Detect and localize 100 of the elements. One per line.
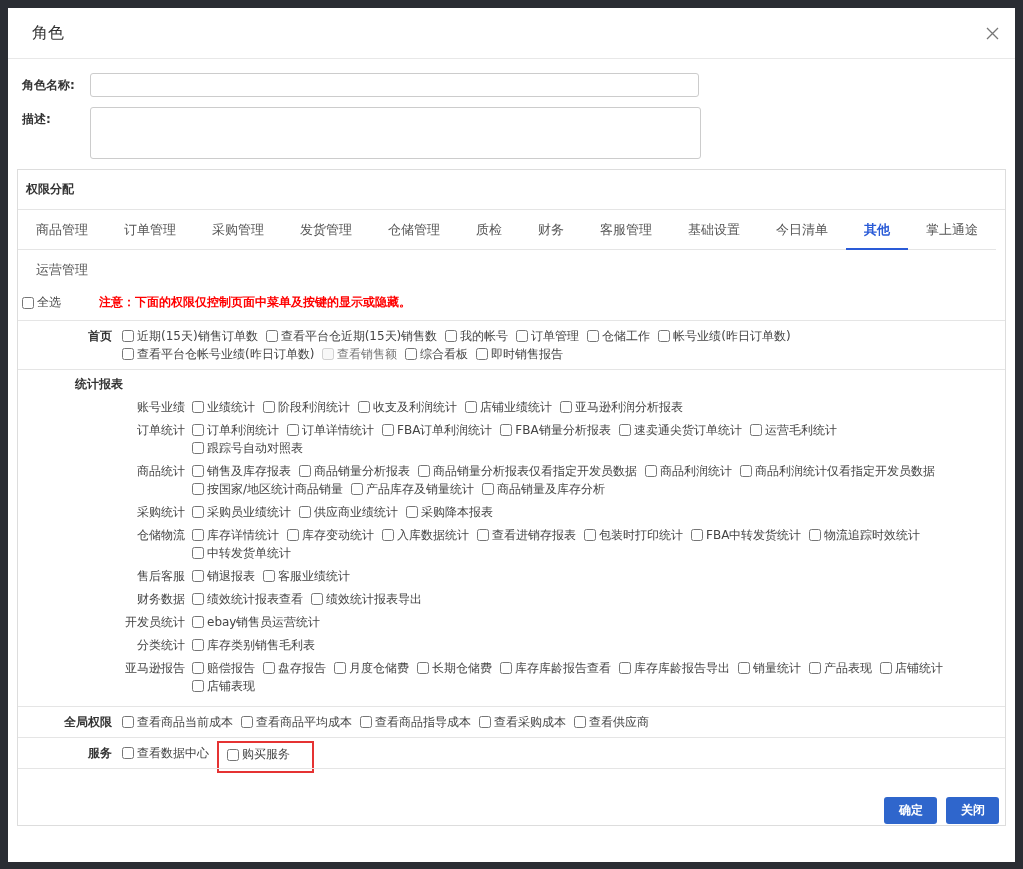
permission-checkbox[interactable] bbox=[299, 506, 311, 518]
permission-checkbox[interactable] bbox=[122, 747, 134, 759]
checkbox-label: 查看数据中心 bbox=[137, 744, 209, 762]
tab[interactable]: 商品管理 bbox=[18, 210, 106, 250]
permission-checkbox[interactable] bbox=[192, 639, 204, 651]
permission-checkbox[interactable] bbox=[645, 465, 657, 477]
permission-checkbox[interactable] bbox=[122, 348, 134, 360]
checkbox-label: 销量统计 bbox=[753, 659, 801, 677]
close-button[interactable]: 关闭 bbox=[946, 797, 999, 824]
permission-checkbox[interactable] bbox=[192, 593, 204, 605]
permission-checkbox[interactable] bbox=[691, 529, 703, 541]
permission-checkbox[interactable] bbox=[192, 570, 204, 582]
permission-checkbox[interactable] bbox=[476, 348, 489, 360]
permission-checkbox[interactable] bbox=[241, 716, 253, 728]
confirm-button[interactable]: 确定 bbox=[884, 797, 937, 824]
tab[interactable]: 其他 bbox=[846, 210, 908, 250]
permission-checkbox[interactable] bbox=[263, 662, 275, 674]
checkbox-label: 包装时打印统计 bbox=[599, 526, 683, 544]
permission-checkbox[interactable] bbox=[500, 662, 512, 674]
close-icon[interactable] bbox=[986, 26, 999, 40]
permission-checkbox[interactable] bbox=[263, 401, 275, 413]
checkbox-label: 库存类别销售毛利表 bbox=[207, 636, 315, 654]
permission-checkbox[interactable] bbox=[334, 662, 346, 674]
permission-checkbox[interactable] bbox=[382, 529, 394, 541]
permission-checkbox[interactable] bbox=[122, 716, 134, 728]
tab[interactable]: 客服管理 bbox=[582, 210, 670, 250]
permission-checkbox[interactable] bbox=[192, 483, 204, 495]
permission-checkbox[interactable] bbox=[287, 529, 299, 541]
permission-checkbox[interactable] bbox=[619, 662, 631, 674]
tab[interactable]: 运营管理 bbox=[18, 250, 106, 290]
permission-checkbox[interactable] bbox=[880, 662, 892, 674]
permission-checkbox[interactable] bbox=[738, 662, 750, 674]
permission-checkbox[interactable] bbox=[482, 483, 495, 495]
permission-checkbox[interactable] bbox=[809, 529, 822, 541]
permission-checkbox[interactable] bbox=[479, 716, 491, 728]
checkbox-label: 中转发货单统计 bbox=[207, 544, 291, 562]
group-label: 订单统计 bbox=[136, 422, 186, 439]
tab[interactable]: 订单管理 bbox=[106, 210, 194, 250]
checkbox-label: 产品库存及销量统计 bbox=[366, 480, 475, 498]
permission-checkbox[interactable] bbox=[192, 506, 204, 518]
permission-checkbox[interactable] bbox=[192, 662, 204, 674]
permission-checkbox[interactable] bbox=[417, 662, 429, 674]
permission-checkbox[interactable] bbox=[618, 424, 631, 436]
permission-checkbox[interactable] bbox=[405, 348, 418, 360]
permission-checkbox[interactable] bbox=[382, 424, 394, 436]
permission-checkbox[interactable] bbox=[749, 424, 762, 436]
tab[interactable]: 发货管理 bbox=[282, 210, 370, 250]
permission-checkbox[interactable] bbox=[406, 506, 418, 518]
name-field[interactable] bbox=[90, 73, 699, 97]
permission-checkbox[interactable] bbox=[263, 570, 275, 582]
permission-checkbox[interactable] bbox=[500, 424, 513, 436]
permission-checkbox[interactable] bbox=[809, 662, 821, 674]
permission-checkbox[interactable] bbox=[311, 593, 323, 605]
tab[interactable]: 采购管理 bbox=[194, 210, 282, 250]
permission-checkbox[interactable] bbox=[658, 330, 671, 342]
permission-checkbox[interactable] bbox=[227, 748, 239, 761]
permission-checkbox[interactable] bbox=[265, 330, 278, 342]
panel-title: 权限分配 bbox=[18, 170, 1005, 210]
tab[interactable]: 仓储管理 bbox=[370, 210, 458, 250]
permission-checkbox[interactable] bbox=[299, 465, 311, 477]
permission-checkbox[interactable] bbox=[192, 680, 204, 692]
permission-checkbox[interactable] bbox=[584, 529, 596, 541]
checkbox-label: FBA销量分析报表 bbox=[515, 421, 611, 439]
permission-checkbox[interactable] bbox=[516, 330, 529, 342]
permission-checkbox[interactable] bbox=[192, 465, 204, 477]
permission-checkbox[interactable] bbox=[192, 442, 204, 454]
permission-checkbox[interactable] bbox=[574, 716, 586, 728]
checkbox-label: 商品利润统计 bbox=[660, 462, 732, 480]
permission-checkbox[interactable] bbox=[740, 465, 752, 477]
checkbox-label: 店铺业绩统计 bbox=[480, 398, 552, 416]
permission-checkbox[interactable] bbox=[351, 483, 364, 495]
description-field[interactable] bbox=[90, 107, 701, 159]
tab[interactable]: 财务 bbox=[520, 210, 582, 250]
checkbox-label: 购买服务 bbox=[242, 746, 290, 763]
checkbox-label: 订单详情统计 bbox=[302, 421, 374, 439]
permission-checkbox[interactable] bbox=[287, 424, 299, 436]
tab[interactable]: 质检 bbox=[458, 210, 520, 250]
permission-checkbox[interactable] bbox=[192, 529, 204, 541]
permission-checkbox[interactable] bbox=[465, 401, 477, 413]
checkbox-label: 盘存报告 bbox=[278, 659, 326, 677]
permission-checkbox[interactable] bbox=[360, 716, 372, 728]
permission-checkbox[interactable] bbox=[587, 330, 600, 342]
checkbox-label: 赔偿报告 bbox=[207, 659, 255, 677]
tab[interactable]: 今日清单 bbox=[758, 210, 846, 250]
permission-checkbox[interactable] bbox=[358, 401, 370, 413]
permission-checkbox[interactable] bbox=[192, 401, 204, 413]
permission-checkbox[interactable] bbox=[192, 424, 204, 436]
select-all-checkbox[interactable] bbox=[22, 296, 34, 309]
checkbox-label: 运营毛利统计 bbox=[764, 421, 837, 439]
checkbox-label: ebay销售员运营统计 bbox=[207, 613, 321, 631]
checkbox-label: 采购降本报表 bbox=[421, 503, 493, 521]
permission-checkbox[interactable] bbox=[477, 529, 489, 541]
permission-checkbox[interactable] bbox=[418, 465, 430, 477]
permission-checkbox[interactable] bbox=[192, 616, 204, 628]
permission-checkbox[interactable] bbox=[445, 330, 458, 342]
tab[interactable]: 基础设置 bbox=[670, 210, 758, 250]
permission-checkbox[interactable] bbox=[560, 401, 572, 413]
permission-checkbox[interactable] bbox=[192, 547, 204, 559]
permission-checkbox[interactable] bbox=[122, 330, 134, 342]
tab[interactable]: 掌上通途 bbox=[908, 210, 996, 250]
